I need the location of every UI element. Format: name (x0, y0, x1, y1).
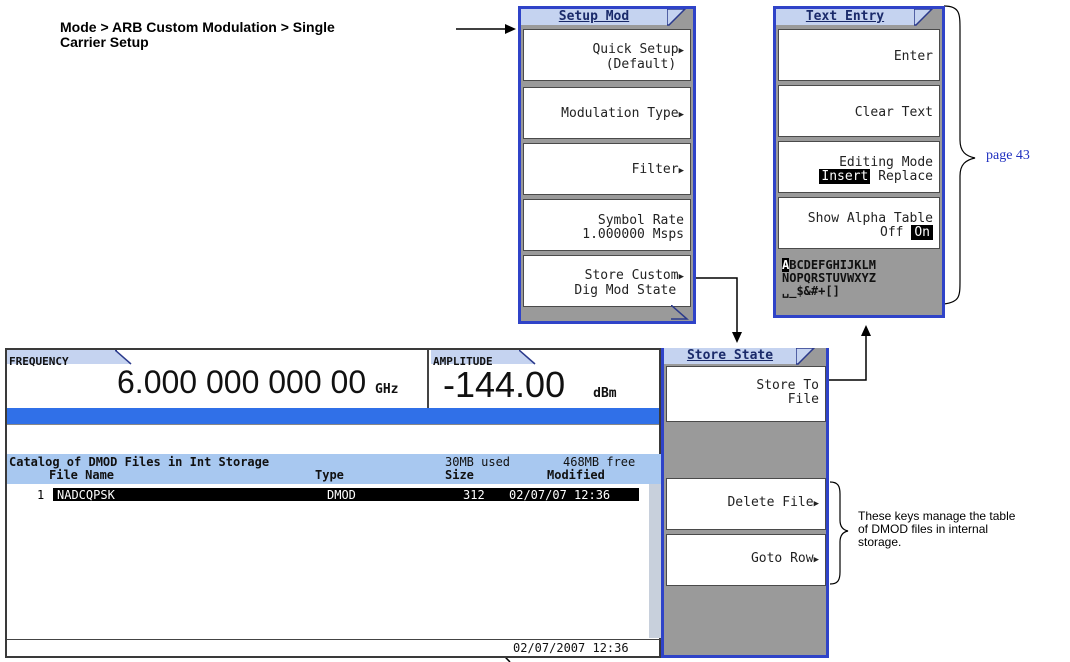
store-to-file-line1: Store To (756, 378, 819, 393)
store-custom-key[interactable]: Store Custom▶ Dig Mod State (523, 255, 691, 307)
title-tab-icon (667, 9, 687, 26)
row-number: 1 (37, 488, 45, 502)
quick-setup-line1: Quick Setup (592, 42, 679, 57)
show-alpha-table-key[interactable]: Show Alpha Table Off On (778, 197, 940, 249)
storage-used: 30MB used (445, 455, 511, 469)
setup-mod-title: Setup Mod (521, 9, 669, 25)
text-entry-menu: Text Entry Enter Clear Text Editing Mode… (773, 6, 945, 318)
symbol-rate-label: Symbol Rate (597, 213, 684, 228)
tab-edge-icon (115, 350, 132, 365)
symbol-rate-value: 1.000000 Msps (582, 227, 684, 242)
delete-file-key[interactable]: Delete File▶ (666, 478, 826, 530)
enter-label: Enter (893, 49, 933, 64)
row-size: 312 (463, 488, 485, 502)
catalog-header: Catalog of DMOD Files in Int Storage 30M… (7, 454, 663, 484)
header-divider (427, 350, 429, 408)
submenu-arrow-icon: ▶ (678, 272, 684, 282)
on-option: On (911, 225, 933, 240)
amplitude-unit: dBm (593, 386, 617, 401)
setup-mod-menu: Setup Mod Quick Setup▶ (Default) Modulat… (518, 6, 696, 324)
filter-label: Filter (631, 162, 679, 177)
column-header-type[interactable]: Type (315, 468, 344, 482)
alpha-table[interactable]: ABCDEFGHIJKLM NOPQRSTUVWXYZ ␣_$&#+[] (782, 258, 876, 298)
store-custom-line1: Store Custom (584, 268, 679, 283)
submenu-arrow-icon: ▶ (678, 46, 684, 56)
clear-text-key[interactable]: Clear Text (778, 85, 940, 137)
menu-corner-icon (671, 305, 689, 320)
title-tab-icon (914, 9, 934, 26)
submenu-arrow-icon: ▶ (678, 166, 684, 176)
row-modified: 02/07/07 12:36 (509, 488, 611, 502)
editing-mode-key[interactable]: Editing Mode Insert Replace (778, 141, 940, 193)
keys-callout-line3: storage. (858, 535, 902, 549)
goto-row-key[interactable]: Goto Row▶ (666, 534, 826, 586)
off-option: Off (880, 225, 904, 240)
store-custom-line2: Dig Mod State (574, 283, 677, 298)
frequency-unit: GHz (375, 382, 399, 397)
delete-file-label: Delete File (727, 495, 814, 510)
submenu-arrow-icon: ▶ (813, 499, 819, 509)
frequency-tab: FREQUENCY (7, 350, 117, 368)
text-entry-title: Text Entry (776, 9, 916, 25)
alpha-row-1[interactable]: BCDEFGHIJKLM (789, 258, 876, 272)
alpha-row-3[interactable]: ␣_$&#+[] (782, 284, 840, 298)
modulation-type-label: Modulation Type (561, 106, 679, 121)
show-alpha-label: Show Alpha Table (807, 211, 933, 226)
insert-option: Insert (819, 169, 871, 184)
catalog-title: Catalog of DMOD Files in Int Storage (9, 455, 270, 469)
store-to-file-line2: File (787, 392, 819, 407)
quick-setup-line2: (Default) (605, 57, 677, 72)
divider (7, 424, 659, 425)
frequency-readout[interactable]: 6.000 000 000 00 GHz (117, 364, 399, 401)
modulation-type-key[interactable]: Modulation Type▶ (523, 87, 691, 139)
row-type: DMOD (327, 488, 356, 502)
keys-callout: These keys manage the table of DMOD file… (858, 510, 1015, 549)
amplitude-value: -144.00 (443, 364, 566, 405)
column-header-size[interactable]: Size (445, 468, 474, 482)
symbol-rate-key[interactable]: Symbol Rate 1.000000 Msps (523, 199, 691, 251)
frequency-label: FREQUENCY (9, 355, 69, 368)
storage-free: 468MB free (563, 455, 636, 469)
store-to-file-key[interactable]: Store To File (666, 366, 826, 422)
goto-row-label: Goto Row (750, 551, 814, 566)
alpha-row-2[interactable]: NOPQRSTUVWXYZ (782, 271, 876, 285)
file-table-body: 1 NADCQPSK DMOD 312 02/07/07 12:36 (7, 484, 647, 640)
submenu-arrow-icon: ▶ (813, 555, 819, 565)
store-state-title: Store State (664, 348, 798, 364)
editing-mode-label: Editing Mode (839, 155, 933, 170)
divider (7, 639, 663, 640)
tab-edge-icon (519, 350, 536, 365)
store-state-menu: Store State Store To File Delete File▶ G… (661, 348, 829, 658)
column-header-name[interactable]: File Name (49, 468, 114, 482)
status-datetime: 02/07/2007 12:36 (513, 641, 629, 655)
replace-option: Replace (878, 169, 933, 184)
table-row[interactable]: 1 NADCQPSK DMOD 312 02/07/07 12:36 (7, 488, 639, 502)
submenu-arrow-icon: ▶ (678, 110, 684, 120)
frequency-value: 6.000 000 000 00 (117, 364, 367, 400)
amplitude-readout[interactable]: -144.00 dBm (443, 364, 617, 406)
filter-key[interactable]: Filter▶ (523, 143, 691, 195)
column-header-modified[interactable]: Modified (547, 468, 605, 482)
row-file-name: NADCQPSK (57, 488, 115, 502)
quick-setup-key[interactable]: Quick Setup▶ (Default) (523, 29, 691, 81)
title-tab-icon (796, 348, 816, 365)
table-scrollbar[interactable] (649, 484, 661, 638)
status-bar (7, 408, 659, 424)
amplitude-tab: AMPLITUDE (431, 350, 519, 368)
enter-key[interactable]: Enter (778, 29, 940, 81)
page-reference-link[interactable]: page 43 (986, 148, 1030, 164)
clear-text-label: Clear Text (854, 105, 933, 120)
instrument-screen: FREQUENCY 6.000 000 000 00 GHz AMPLITUDE… (5, 348, 663, 658)
